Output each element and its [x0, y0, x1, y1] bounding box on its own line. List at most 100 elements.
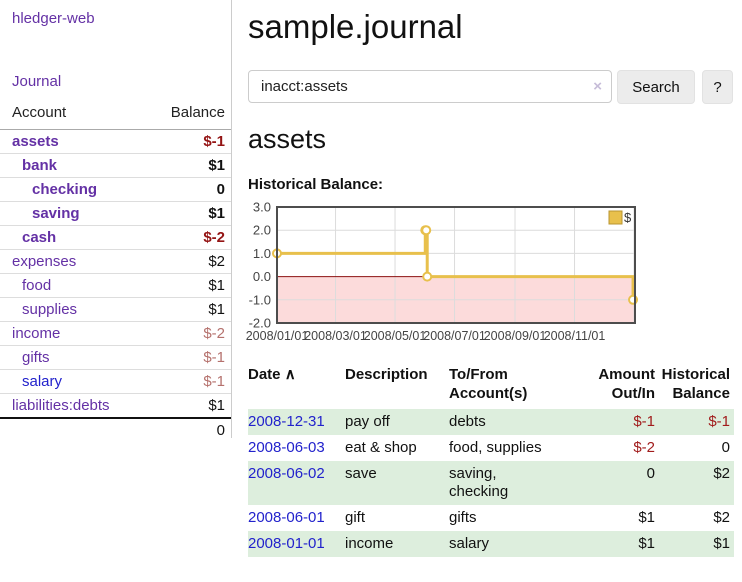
account-link-supplies[interactable]: supplies	[22, 301, 77, 318]
account-row: bank $1	[0, 154, 231, 178]
column-header-description: Description	[345, 364, 449, 409]
transaction-description: pay off	[345, 409, 449, 435]
page-title: sample.journal	[248, 0, 742, 46]
search-button[interactable]: Search	[617, 70, 695, 104]
svg-text:0.0: 0.0	[253, 269, 271, 284]
transaction-amount: $1	[597, 505, 659, 531]
account-balance: $1	[145, 274, 231, 298]
svg-text:2008/09/01: 2008/09/01	[484, 329, 547, 343]
svg-text:2008/03/01: 2008/03/01	[304, 329, 367, 343]
svg-text:2008/11/01: 2008/11/01	[544, 329, 606, 343]
account-balance: $1	[145, 394, 231, 419]
transaction-balance: $-1	[659, 409, 734, 435]
chart-title: Historical Balance:	[248, 176, 383, 193]
account-balance: $1	[145, 298, 231, 322]
account-row: assets $-1	[0, 130, 231, 154]
account-row: income $-2	[0, 322, 231, 346]
account-link-liabilities-debts[interactable]: liabilities:debts	[12, 397, 110, 414]
clear-search-icon[interactable]: ×	[593, 78, 602, 95]
accounts-table: Account Balance assets $-1 bank $1 check…	[0, 100, 231, 442]
register-header-row: Date ∧ Description To/From Account(s) Am…	[248, 364, 734, 409]
account-link-cash[interactable]: cash	[22, 229, 56, 246]
svg-text:3.0: 3.0	[253, 201, 271, 215]
account-column-header: Account	[0, 100, 145, 130]
transaction-description: save	[345, 461, 449, 505]
transaction-amount: $1	[597, 531, 659, 557]
sidebar-item-journal[interactable]: Journal	[12, 73, 61, 90]
hledger-web-page: hledger-web Journal Account Balance asse…	[0, 0, 742, 582]
sidebar-divider	[231, 0, 232, 438]
account-balance: $1	[145, 202, 231, 226]
balance-column-header: Balance	[145, 100, 231, 130]
account-row: cash $-2	[0, 226, 231, 250]
transaction-date-link[interactable]: 2008-06-02	[248, 465, 325, 482]
account-balance: $2	[145, 250, 231, 274]
transaction-date-link[interactable]: 2008-06-01	[248, 509, 325, 526]
transaction-amount: 0	[597, 461, 659, 505]
svg-text:2008/05/01: 2008/05/01	[364, 329, 427, 343]
transaction-balance: 0	[659, 435, 734, 461]
account-link-checking[interactable]: checking	[32, 181, 97, 198]
accounts-header-row: Account Balance	[0, 100, 231, 130]
account-link-assets[interactable]: assets	[12, 133, 59, 150]
account-row: supplies $1	[0, 298, 231, 322]
account-row: expenses $2	[0, 250, 231, 274]
register-row: 2008-01-01 income salary $1 $1	[248, 531, 734, 557]
date-header-label: Date	[248, 366, 281, 383]
transaction-accounts: gifts	[449, 505, 597, 531]
historical-balance-chart: $3.02.01.00.0-1.0-2.02008/01/012008/03/0…	[240, 201, 644, 351]
transaction-balance: $2	[659, 461, 734, 505]
account-row: salary $-1	[0, 370, 231, 394]
accounts-total-value: 0	[145, 418, 231, 442]
account-link-salary[interactable]: salary	[22, 373, 62, 390]
column-header-amount: Amount Out/In	[597, 364, 659, 409]
transaction-amount: $-1	[597, 409, 659, 435]
transaction-description: eat & shop	[345, 435, 449, 461]
account-row: food $1	[0, 274, 231, 298]
account-page-title: assets	[248, 124, 326, 155]
transaction-description: gift	[345, 505, 449, 531]
transaction-amount: $-2	[597, 435, 659, 461]
svg-text:1.0: 1.0	[253, 246, 271, 261]
transaction-accounts: food, supplies	[449, 435, 597, 461]
register-table: Date ∧ Description To/From Account(s) Am…	[248, 364, 734, 557]
search-input[interactable]	[248, 70, 612, 103]
account-balance: $-2	[145, 226, 231, 250]
account-row: saving $1	[0, 202, 231, 226]
register-row: 2008-06-02 save saving, checking 0 $2	[248, 461, 734, 505]
account-row: gifts $-1	[0, 346, 231, 370]
transaction-description: income	[345, 531, 449, 557]
column-header-date[interactable]: Date ∧	[248, 364, 345, 409]
transaction-date-link[interactable]: 2008-06-03	[248, 439, 325, 456]
column-header-accounts: To/From Account(s)	[449, 364, 597, 409]
transaction-balance: $1	[659, 531, 734, 557]
register-row: 2008-06-03 eat & shop food, supplies $-2…	[248, 435, 734, 461]
account-link-saving[interactable]: saving	[32, 205, 80, 222]
help-button[interactable]: ?	[702, 70, 733, 104]
account-balance: $1	[145, 154, 231, 178]
account-link-food[interactable]: food	[22, 277, 51, 294]
account-link-expenses[interactable]: expenses	[12, 253, 76, 270]
transaction-balance: $2	[659, 505, 734, 531]
sort-asc-icon: ∧	[285, 366, 296, 383]
account-balance: $-2	[145, 322, 231, 346]
svg-text:2008/07/01: 2008/07/01	[423, 329, 486, 343]
account-link-income[interactable]: income	[12, 325, 60, 342]
brand-link[interactable]: hledger-web	[12, 10, 95, 27]
transaction-date-link[interactable]: 2008-12-31	[248, 413, 325, 430]
account-balance: $-1	[145, 346, 231, 370]
svg-text:-1.0: -1.0	[249, 292, 271, 307]
account-balance: $-1	[145, 370, 231, 394]
accounts-total-row: 0	[0, 418, 231, 442]
account-row: checking 0	[0, 178, 231, 202]
account-link-gifts[interactable]: gifts	[22, 349, 50, 366]
account-balance: $-1	[145, 130, 231, 154]
sidebar: hledger-web Journal Account Balance asse…	[0, 0, 232, 582]
transaction-accounts: debts	[449, 409, 597, 435]
transaction-date-link[interactable]: 2008-01-01	[248, 535, 325, 552]
svg-text:2.0: 2.0	[253, 223, 271, 238]
register-row: 2008-06-01 gift gifts $1 $2	[248, 505, 734, 531]
main-content: sample.journal × Search ? assets Histori…	[248, 0, 742, 582]
svg-text:2008/01/01: 2008/01/01	[246, 329, 309, 343]
account-link-bank[interactable]: bank	[22, 157, 57, 174]
